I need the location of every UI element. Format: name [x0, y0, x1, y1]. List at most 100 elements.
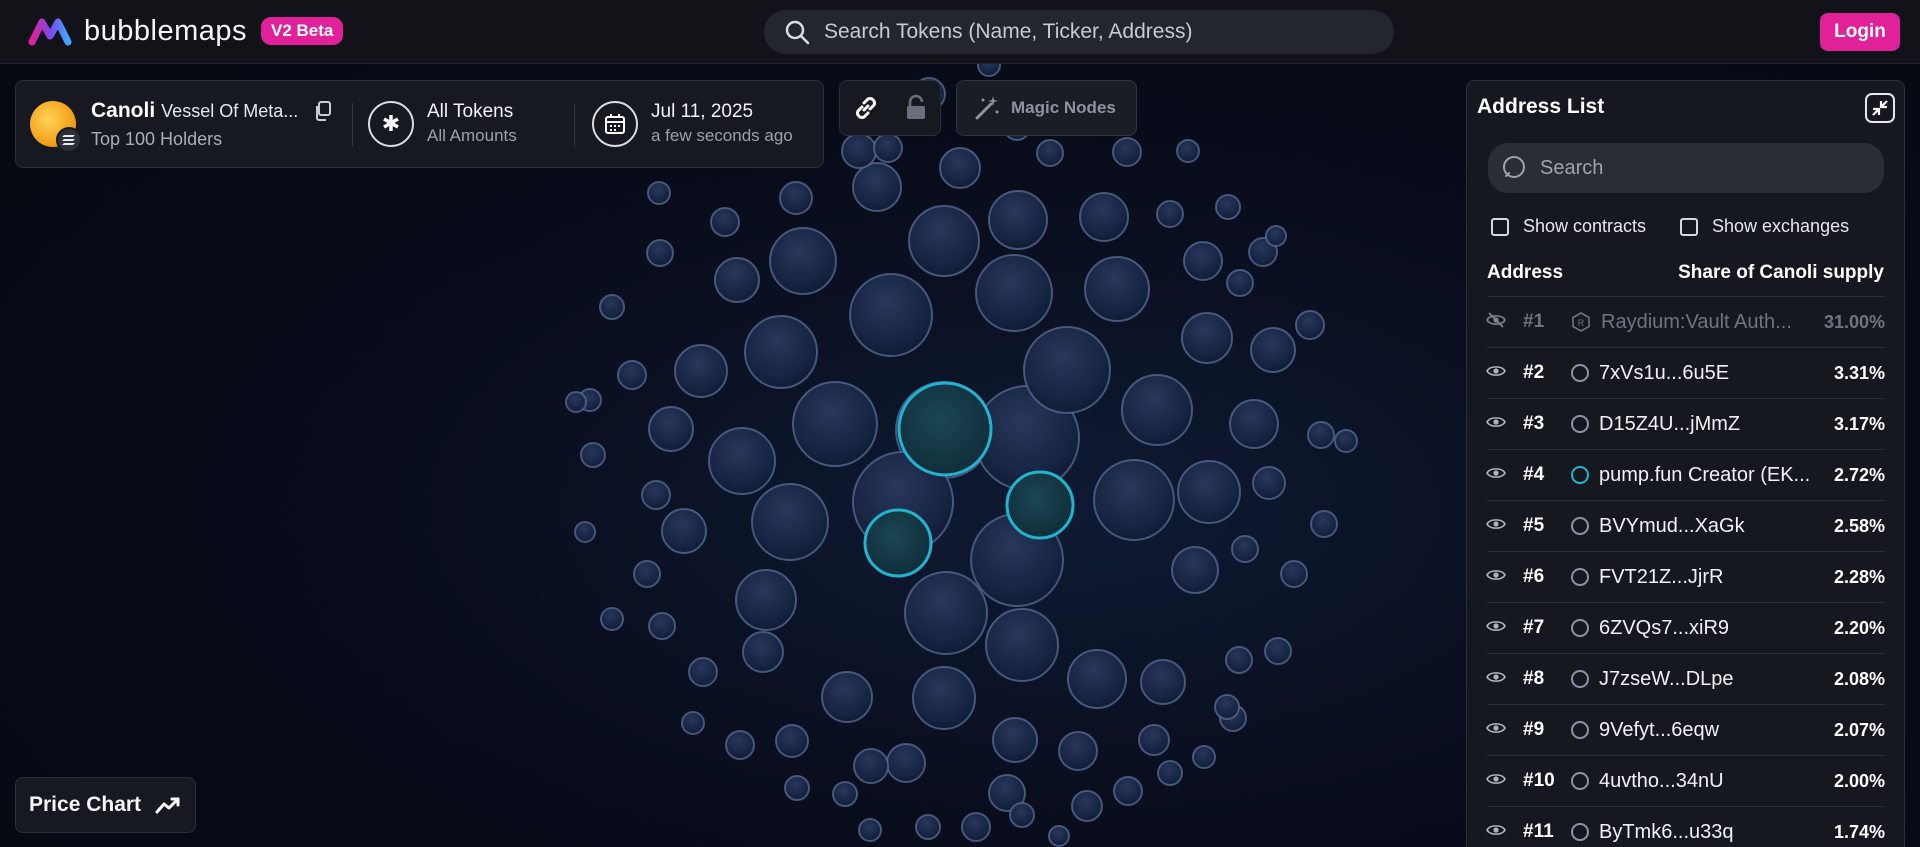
holder-bubble[interactable]: [1058, 731, 1098, 771]
holder-bubble[interactable]: [1112, 137, 1142, 167]
holder-bubble[interactable]: [1307, 421, 1335, 449]
eye-icon[interactable]: [1486, 415, 1506, 434]
holder-bubble[interactable]: [1079, 192, 1129, 242]
share-column-header[interactable]: Share of Canoli supply: [1678, 262, 1884, 284]
holder-bubble[interactable]: [708, 427, 776, 495]
holder-bubble[interactable]: [580, 442, 606, 468]
holder-bubble[interactable]: [648, 406, 694, 452]
holder-bubble[interactable]: [784, 775, 810, 801]
eye-icon[interactable]: [1486, 772, 1506, 791]
holder-bubble[interactable]: [1310, 510, 1338, 538]
holder-bubble[interactable]: [751, 483, 829, 561]
highlighted-holder-bubble[interactable]: [897, 381, 993, 477]
show-contracts-checkbox[interactable]: [1491, 217, 1509, 236]
holder-address[interactable]: J7zseW...DLpe: [1599, 668, 1829, 691]
holder-bubble[interactable]: [1113, 776, 1143, 806]
holder-bubble[interactable]: [853, 748, 889, 784]
holder-bubble[interactable]: [1071, 790, 1103, 822]
holder-bubble[interactable]: [1067, 649, 1127, 709]
holder-bubble[interactable]: [1231, 535, 1259, 563]
holder-bubble[interactable]: [646, 239, 674, 267]
holder-address[interactable]: Raydium:Vault Auth...: [1601, 311, 1831, 334]
address-search-bar[interactable]: [1488, 143, 1884, 193]
holder-bubble[interactable]: [1295, 310, 1325, 340]
holder-bubble[interactable]: [975, 254, 1053, 332]
show-exchanges-toggle[interactable]: Show exchanges: [1680, 216, 1849, 237]
address-row[interactable]: #11 ByTmk6...u33q 1.74%: [1486, 806, 1885, 847]
bubble-map[interactable]: [0, 64, 1460, 847]
holder-bubble[interactable]: [1192, 745, 1216, 769]
holder-bubble[interactable]: [674, 344, 728, 398]
holder-bubble[interactable]: [821, 671, 873, 723]
holder-bubble[interactable]: [1176, 139, 1200, 163]
eye-icon[interactable]: [1486, 517, 1506, 536]
token-search-bar[interactable]: [764, 10, 1394, 54]
holder-bubble[interactable]: [1229, 399, 1279, 449]
holder-address[interactable]: ByTmk6...u33q: [1599, 821, 1829, 844]
link-icon[interactable]: [852, 94, 880, 122]
holder-bubble[interactable]: [775, 724, 809, 758]
holder-bubble[interactable]: [912, 666, 976, 730]
holder-bubble[interactable]: [1265, 225, 1287, 247]
holder-bubble[interactable]: [1009, 802, 1035, 828]
holder-bubble[interactable]: [1250, 327, 1296, 373]
token-filter-title[interactable]: All Tokens: [427, 101, 513, 123]
holder-bubble[interactable]: [886, 743, 926, 783]
holder-bubble[interactable]: [1334, 429, 1358, 453]
holder-bubble[interactable]: [1156, 200, 1184, 228]
address-row[interactable]: #7 6ZVQs7...xiR9 2.20%: [1486, 602, 1885, 653]
snapshot-date[interactable]: Jul 11, 2025: [651, 101, 753, 123]
holder-bubble[interactable]: [779, 181, 813, 215]
address-column-header[interactable]: Address: [1487, 262, 1563, 284]
show-contracts-toggle[interactable]: Show contracts: [1491, 216, 1646, 237]
holder-bubble[interactable]: [565, 391, 587, 413]
holder-address[interactable]: FVT21Z...JjrR: [1599, 566, 1829, 589]
eye-icon[interactable]: [1486, 823, 1506, 842]
holder-bubble[interactable]: [908, 205, 980, 277]
holder-bubble[interactable]: [714, 257, 760, 303]
holder-bubble[interactable]: [915, 814, 941, 840]
holder-bubble[interactable]: [600, 607, 624, 631]
holder-bubble[interactable]: [792, 381, 878, 467]
holder-bubble[interactable]: [1183, 241, 1223, 281]
holder-bubble[interactable]: [1140, 659, 1186, 705]
holder-bubble[interactable]: [742, 631, 784, 673]
holder-bubble[interactable]: [1181, 312, 1233, 364]
holder-bubble[interactable]: [1215, 194, 1241, 220]
holder-bubble[interactable]: [977, 64, 1001, 77]
holder-bubble[interactable]: [735, 569, 797, 631]
holder-bubble[interactable]: [648, 612, 676, 640]
show-exchanges-checkbox[interactable]: [1680, 217, 1698, 236]
highlighted-holder-bubble[interactable]: [863, 508, 933, 578]
address-row[interactable]: #1 R Raydium:Vault Auth... 31.00%: [1486, 296, 1885, 347]
holder-bubble[interactable]: [725, 730, 755, 760]
holder-bubble[interactable]: [710, 207, 740, 237]
eye-icon[interactable]: [1486, 568, 1506, 587]
holder-address[interactable]: 4uvtho...34nU: [1599, 770, 1829, 793]
holder-address[interactable]: 6ZVQs7...xiR9: [1599, 617, 1829, 640]
holder-bubble[interactable]: [617, 360, 647, 390]
holder-bubble[interactable]: [633, 560, 661, 588]
eye-icon[interactable]: [1486, 364, 1506, 383]
copy-icon[interactable]: [314, 101, 332, 121]
eye-icon[interactable]: [1486, 721, 1506, 740]
holder-bubble[interactable]: [641, 480, 671, 510]
holder-bubble[interactable]: [1177, 460, 1241, 524]
holder-bubble[interactable]: [1036, 139, 1064, 167]
holder-bubble[interactable]: [1121, 374, 1193, 446]
price-chart-button[interactable]: Price Chart: [15, 777, 196, 833]
address-row[interactable]: #10 4uvtho...34nU 2.00%: [1486, 755, 1885, 806]
holder-bubble[interactable]: [681, 711, 705, 735]
holder-address[interactable]: 7xVs1u...6u5E: [1599, 362, 1829, 385]
holder-bubble[interactable]: [1280, 560, 1308, 588]
holder-bubble[interactable]: [1225, 646, 1253, 674]
holder-bubble[interactable]: [849, 273, 933, 357]
holder-bubble[interactable]: [1084, 256, 1150, 322]
address-row[interactable]: #8 J7zseW...DLpe 2.08%: [1486, 653, 1885, 704]
holder-bubble[interactable]: [1226, 269, 1254, 297]
holder-bubble[interactable]: [992, 717, 1038, 763]
token-search-input[interactable]: [824, 20, 1364, 44]
login-button[interactable]: Login: [1820, 13, 1900, 51]
holder-bubble[interactable]: [1264, 637, 1292, 665]
token-avatar[interactable]: [30, 101, 82, 153]
